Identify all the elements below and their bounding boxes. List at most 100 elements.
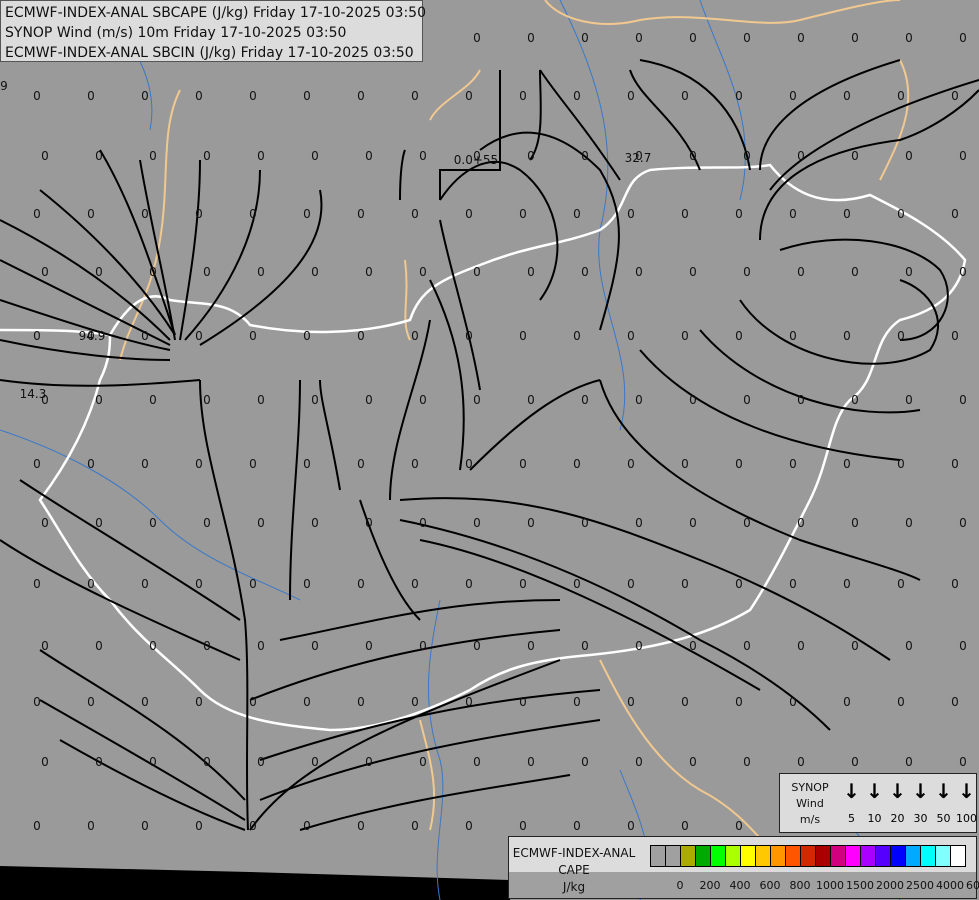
- cape-value: 0: [527, 149, 535, 163]
- cape-value: 0: [257, 755, 265, 769]
- wind-speed-label: 50: [936, 812, 951, 825]
- wind-speed-30: ↓ 30: [909, 780, 932, 825]
- cape-value: 0: [303, 207, 311, 221]
- cape-value: 0: [689, 265, 697, 279]
- cape-value: 0: [689, 149, 697, 163]
- weather-map[interactable]: 0 0 0 0 0 0 0 0 0 0 0 0 0 0 0 0 0 0 0 0 0 0 0 0 0 0 0 0 0 0 0 0 0 0 0 0 0 0 0 0…: [0, 0, 979, 900]
- cape-value: 0: [573, 207, 581, 221]
- wind-speed-label: 10: [867, 812, 882, 825]
- cape-value: 0: [627, 577, 635, 591]
- cape-value: 0: [473, 393, 481, 407]
- cape-value: 0: [303, 89, 311, 103]
- cape-value: 0: [249, 207, 257, 221]
- cape-value: 0: [365, 393, 373, 407]
- cape-value: 0: [959, 755, 967, 769]
- cape-value: 0: [743, 31, 751, 45]
- cape-value: 0: [41, 149, 49, 163]
- cape-value: 0: [465, 329, 473, 343]
- cape-value: 0: [689, 639, 697, 653]
- cape-value: 0: [797, 149, 805, 163]
- wind-speed-100: ↓ 100: [955, 780, 978, 825]
- cape-value: 0: [41, 755, 49, 769]
- cape-value: 0: [203, 516, 211, 530]
- cape-value: 0: [95, 755, 103, 769]
- cape-value: 0: [41, 639, 49, 653]
- cape-value: 0: [689, 516, 697, 530]
- cape-value: 0: [951, 329, 959, 343]
- cape-value: 0: [905, 149, 913, 163]
- cape-value: 0: [797, 516, 805, 530]
- cape-value: 0: [519, 329, 527, 343]
- cape-value: 0: [419, 639, 427, 653]
- cape-value: 0: [87, 577, 95, 591]
- cape-value: 0: [681, 577, 689, 591]
- color-swatch: [696, 846, 711, 866]
- cape-value: 0: [573, 577, 581, 591]
- cape-value: 0: [735, 89, 743, 103]
- cape-value: 0: [789, 457, 797, 471]
- cape-value: 0: [365, 755, 373, 769]
- cape-value: 0: [465, 207, 473, 221]
- color-scale-tick-label: 2000: [876, 879, 904, 892]
- color-swatch: [951, 846, 965, 866]
- cape-value: 0: [203, 755, 211, 769]
- color-scale-tick-label: 2500: [906, 879, 934, 892]
- cape-value: 0: [149, 393, 157, 407]
- color-swatch: [786, 846, 801, 866]
- cape-value: 0: [681, 457, 689, 471]
- cape-value: 0: [897, 577, 905, 591]
- cape-value: 0: [851, 393, 859, 407]
- cape-value: 0: [527, 393, 535, 407]
- title-synop-wind: SYNOP Wind (m/s) 10m Friday 17-10-2025 0…: [5, 25, 347, 41]
- cape-value: 0: [249, 89, 257, 103]
- cape-value: 0: [473, 755, 481, 769]
- cape-value: 0: [573, 457, 581, 471]
- cape-value: 0: [951, 695, 959, 709]
- cape-value: 0: [627, 819, 635, 833]
- cape-value: 0: [257, 639, 265, 653]
- cape-value: 0: [519, 577, 527, 591]
- color-scale-tick-label: 800: [789, 879, 811, 892]
- cape-value: 0: [41, 516, 49, 530]
- cape-value-nonzero: 14.3: [20, 387, 47, 401]
- cape-value: 0: [689, 31, 697, 45]
- cape-value: 0: [897, 329, 905, 343]
- cape-value: 0: [141, 577, 149, 591]
- cape-value: 0: [735, 819, 743, 833]
- cape-value: 0: [87, 819, 95, 833]
- cape-value: 0: [411, 695, 419, 709]
- cape-value: 0: [905, 755, 913, 769]
- cape-value: 0: [303, 329, 311, 343]
- cape-value: 0: [843, 577, 851, 591]
- cape-value: 0: [203, 265, 211, 279]
- cape-value: 0: [527, 639, 535, 653]
- color-scale-tick-label: 400: [729, 879, 751, 892]
- cape-value: 0: [419, 393, 427, 407]
- cape-value: 0: [905, 393, 913, 407]
- cape-value: 0: [843, 695, 851, 709]
- cape-value: 0: [951, 207, 959, 221]
- color-scale-tick-label: 1000: [816, 879, 844, 892]
- cape-value: 0: [843, 207, 851, 221]
- cape-value: 0: [465, 695, 473, 709]
- color-swatch: [906, 846, 921, 866]
- cape-value: 0: [573, 695, 581, 709]
- wind-speed-label: 100: [956, 812, 977, 825]
- cape-value: 0: [789, 89, 797, 103]
- cape-value: 0: [581, 516, 589, 530]
- cape-value: 0: [635, 516, 643, 530]
- cape-value: 0: [681, 329, 689, 343]
- cape-value: 0: [41, 265, 49, 279]
- cape-value: 0: [357, 819, 365, 833]
- cape-value-nonzero: 0.0+55: [454, 153, 498, 167]
- cape-value: 0: [195, 207, 203, 221]
- cape-value: 0: [257, 265, 265, 279]
- cape-value: 0: [95, 516, 103, 530]
- cape-value: 0: [465, 577, 473, 591]
- cape-value: 0: [141, 207, 149, 221]
- cape-value: 0: [95, 393, 103, 407]
- wind-speed-arrows: ↓ 5 ↓ 10 ↓ 20 ↓ 30 ↓ 50 ↓ 100: [840, 780, 978, 825]
- cape-value: 0: [527, 516, 535, 530]
- cape-value: 0: [141, 819, 149, 833]
- cape-value: 0: [851, 639, 859, 653]
